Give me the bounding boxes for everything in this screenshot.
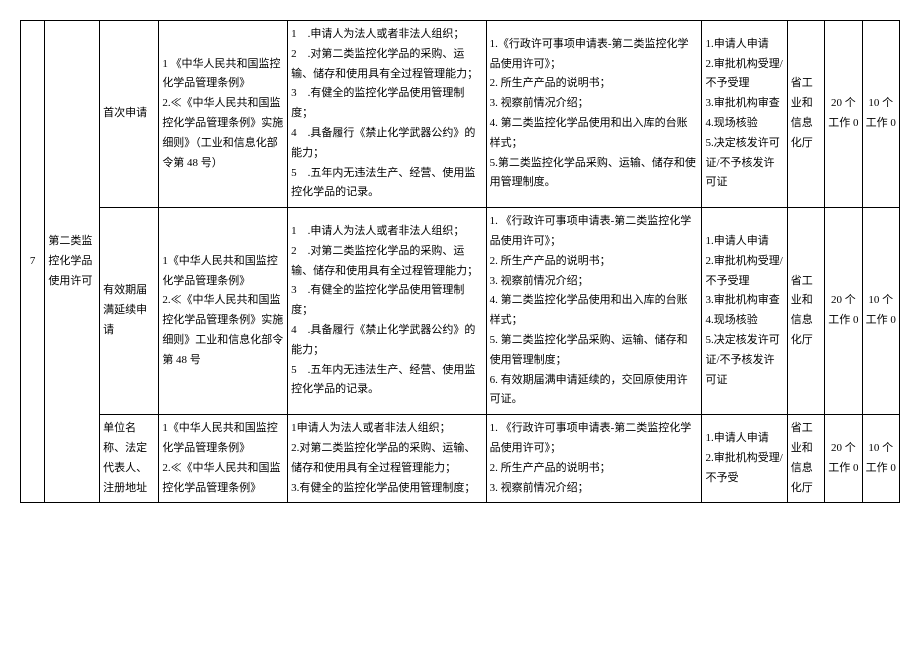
- dept-2: 省工业和信息化厅: [787, 415, 824, 503]
- item-name: 第二类监控化学品使用许可: [45, 21, 100, 503]
- proc-1: 1.申请人申请 2.审批机构受理/不予受理 3.审批机构审查 4.现场核验 5.…: [702, 208, 787, 415]
- row-index: 7: [21, 21, 45, 503]
- d2-0: 10 个工作 0: [862, 21, 899, 208]
- mat-2: 1. 《行政许可事项申请表-第二类监控化学品使用许可》； 2. 所生产产品的说明…: [486, 415, 702, 503]
- proc-2: 1.申请人申请 2.审批机构受理/不予受: [702, 415, 787, 503]
- basis-2: 1《中华人民共和国监控化学品管理条例》 2.≪《中华人民共和国监控化学品管理条例…: [159, 415, 288, 503]
- sub-0: 首次申请: [100, 21, 159, 208]
- d1-0: 20 个工作 0: [825, 21, 862, 208]
- basis-1: 1《中华人民共和国监控化学品管理条例》 2.≪《中华人民共和国监控化学品管理条例…: [159, 208, 288, 415]
- d2-2: 10 个工作 0: [862, 415, 899, 503]
- d1-2: 20 个工作 0: [825, 415, 862, 503]
- cond-0: 1 .申请人为法人或者非法人组织； 2 .对第二类监控化学品的采购、运输、储存和…: [288, 21, 486, 208]
- permit-table: 7 第二类监控化学品使用许可 首次申请 1 《中华人民共和国监控化学品管理条例》…: [20, 20, 900, 503]
- basis-0: 1 《中华人民共和国监控化学品管理条例》 2.≪《中华人民共和国监控化学品管理条…: [159, 21, 288, 208]
- d1-1: 20 个工作 0: [825, 208, 862, 415]
- cond-1: 1 .申请人为法人或者非法人组织； 2 .对第二类监控化学品的采购、运输、储存和…: [288, 208, 486, 415]
- sub-1: 有效期届满延续申请: [100, 208, 159, 415]
- proc-0: 1.申请人申请 2.审批机构受理/不予受理 3.审批机构审查 4.现场核验 5.…: [702, 21, 787, 208]
- mat-0: 1.《行政许可事项申请表-第二类监控化学品使用许可》； 2. 所生产产品的说明书…: [486, 21, 702, 208]
- sub-2: 单位名称、法定代表人、注册地址: [100, 415, 159, 503]
- cond-2: 1申请人为法人或者非法人组织； 2.对第二类监控化学品的采购、运输、储存和使用具…: [288, 415, 486, 503]
- dept-0: 省工业和信息化厅: [787, 21, 824, 208]
- d2-1: 10 个工作 0: [862, 208, 899, 415]
- dept-1: 省工业和信息化厅: [787, 208, 824, 415]
- mat-1: 1. 《行政许可事项申请表-第二类监控化学品使用许可》； 2. 所生产产品的说明…: [486, 208, 702, 415]
